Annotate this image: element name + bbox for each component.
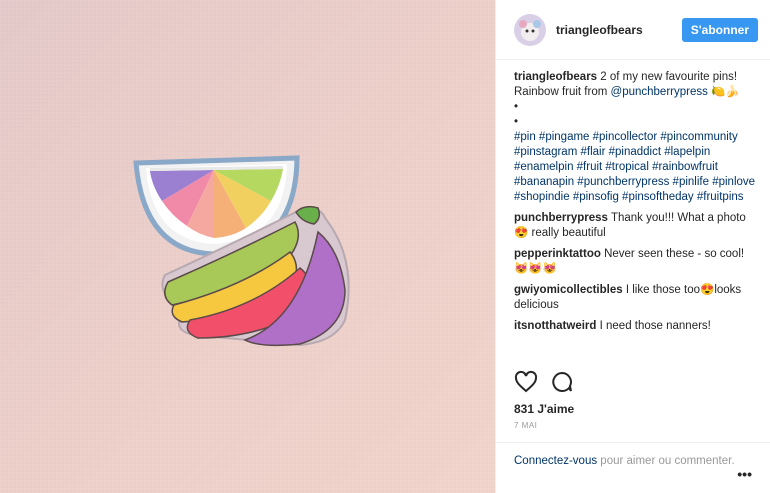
comment-text: I need those nanners! [596,320,711,332]
likes-count[interactable]: 831 J'aime [514,402,574,416]
comment-username[interactable]: punchberrypress [514,212,608,224]
login-link[interactable]: Connectez-vous [514,455,597,467]
comments-list: triangleofbears 2 of my new favourite pi… [496,60,770,334]
caption-dot: • [514,116,519,128]
post-date: 7 mai [514,421,538,430]
avatar[interactable] [514,13,546,46]
comment: itsnotthatweird I need those nanners! [514,319,758,334]
post-header: triangleofbears S'abonner [496,0,770,60]
comment-icon[interactable] [550,370,574,394]
caption-hashtags[interactable]: #pin #pingame #pincollector #pincommunit… [514,130,758,205]
caption-dot: • [514,101,519,113]
comment: pepperinktattoo Never seen these - so co… [514,247,758,277]
caption-username[interactable]: triangleofbears [514,71,597,83]
pins-image [0,0,495,493]
instagram-post: triangleofbears S'abonner triangleofbear… [0,0,770,493]
follow-button[interactable]: S'abonner [681,17,758,42]
post-photo[interactable] [0,0,495,493]
caption-mention[interactable]: @punchberrypress [611,86,708,98]
header-username[interactable]: triangleofbears [556,23,643,37]
more-options-icon[interactable]: ••• [737,466,752,482]
action-bar [514,370,574,394]
heart-icon[interactable] [514,370,538,394]
comment-username[interactable]: pepperinktattoo [514,248,601,260]
comment-username[interactable]: itsnotthatweird [514,320,596,332]
comment: punchberrypress Thank you!!! What a phot… [514,211,758,241]
caption-emoji: 🍋🍌 [707,86,740,98]
comment: gwiyomicollectibles I like those too😍loo… [514,283,758,313]
login-prompt: Connectez-vous pour aimer ou commenter. [496,442,770,469]
login-text: pour aimer ou commenter. [597,455,735,467]
caption: triangleofbears 2 of my new favourite pi… [514,70,758,205]
comment-username[interactable]: gwiyomicollectibles [514,284,623,296]
post-sidebar: triangleofbears S'abonner triangleofbear… [495,0,770,493]
